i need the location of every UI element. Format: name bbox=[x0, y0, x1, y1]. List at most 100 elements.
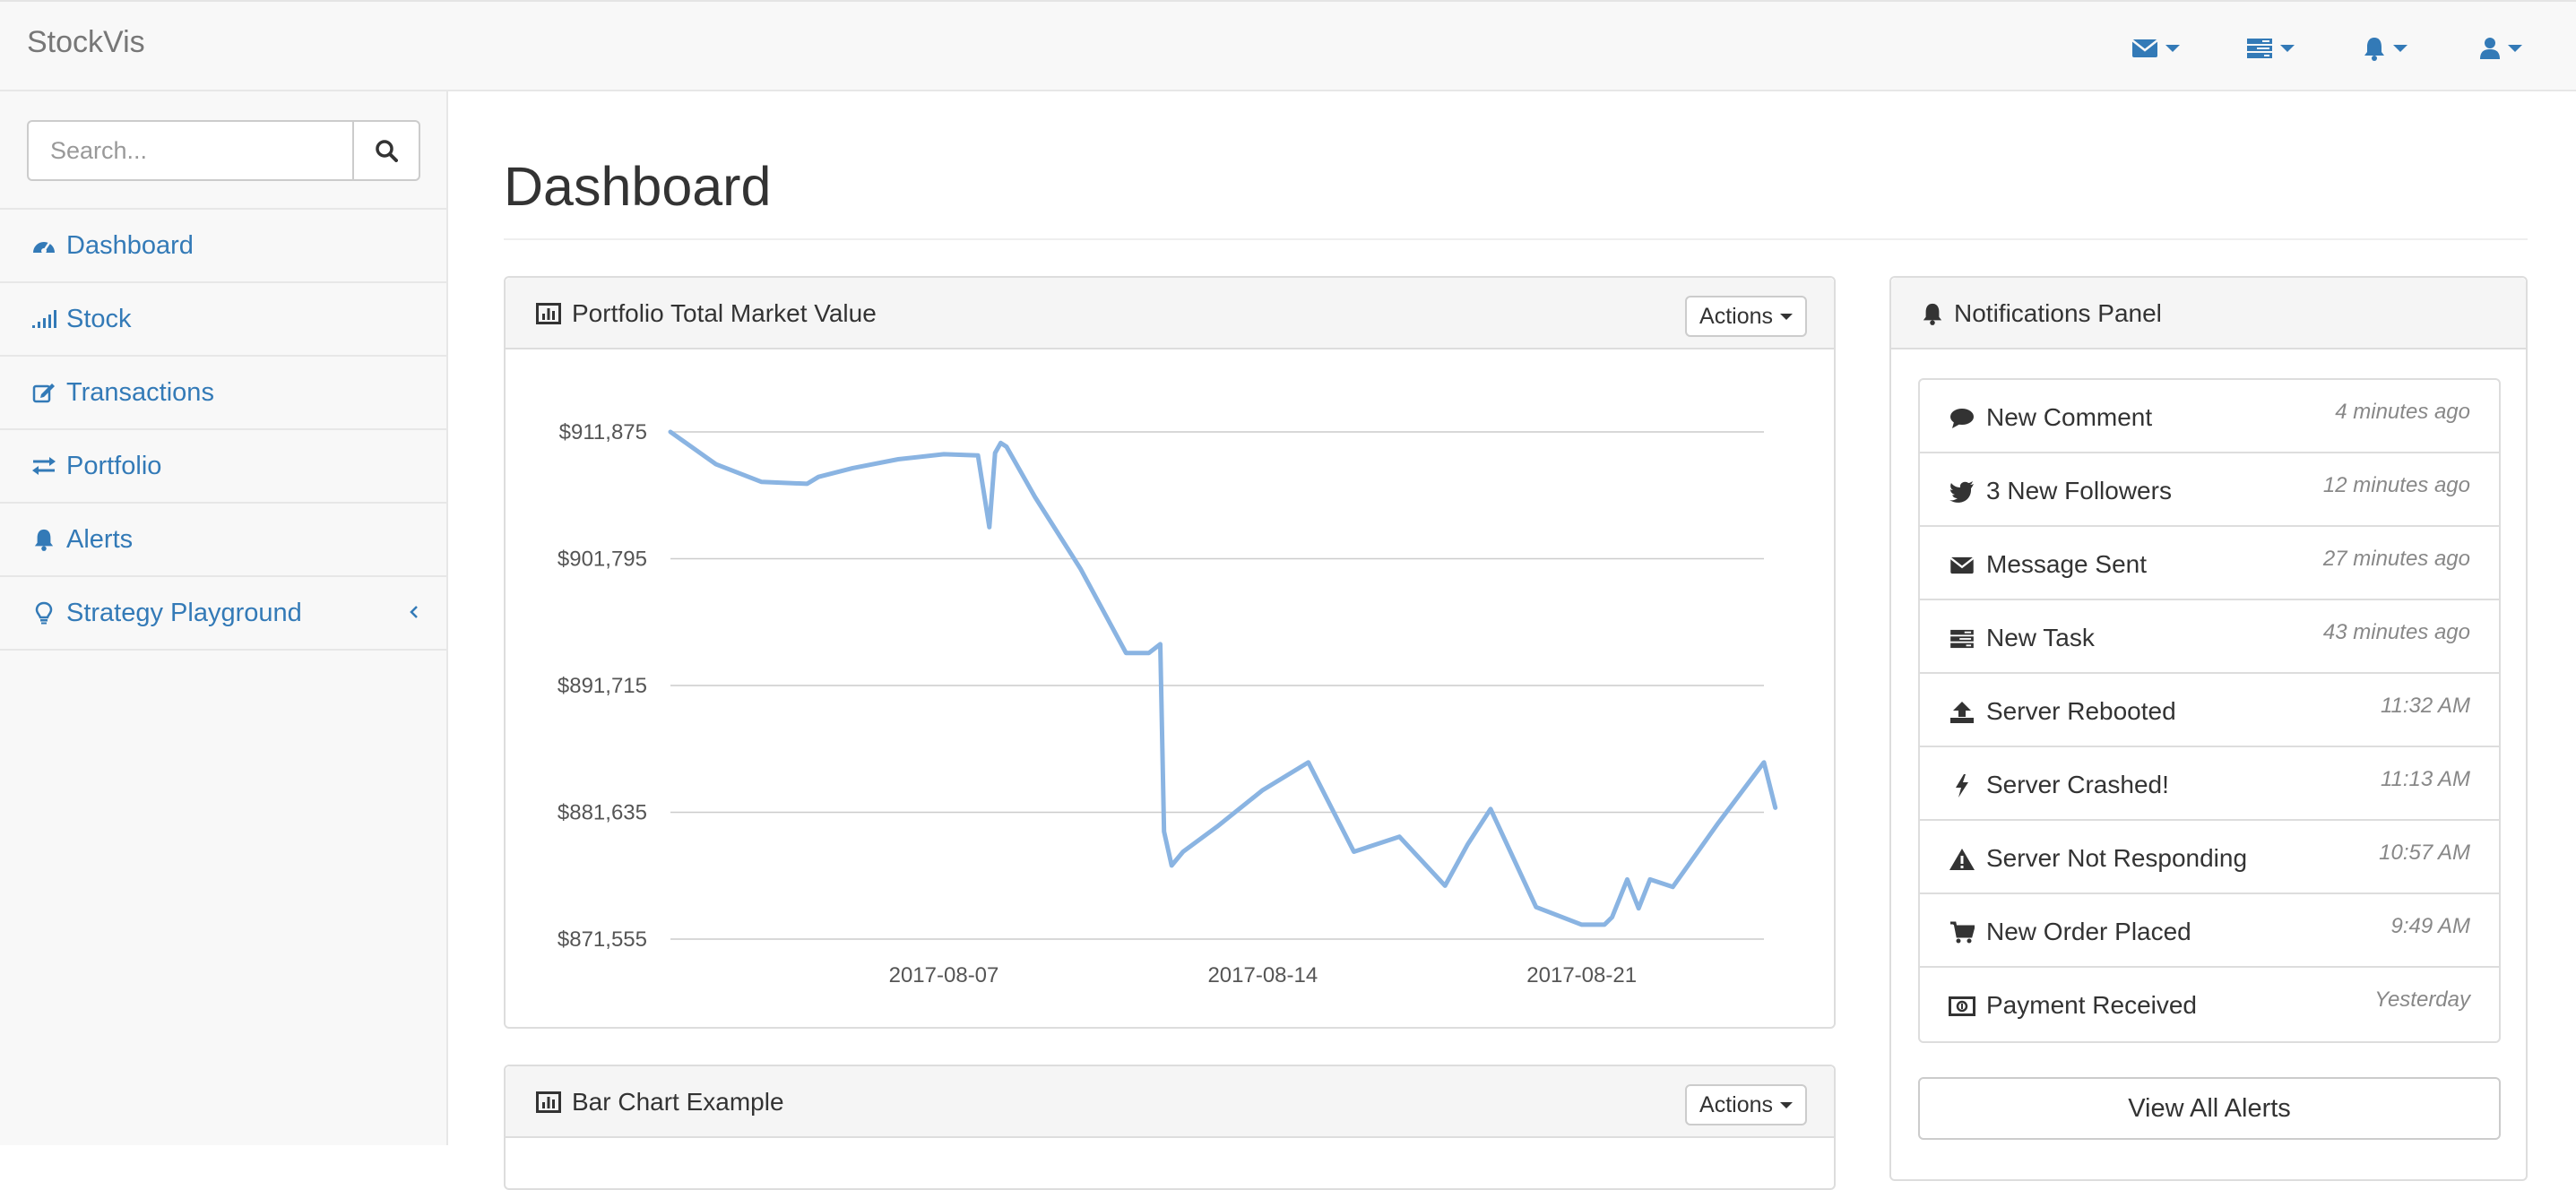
panel-heading: Notifications Panel bbox=[1891, 278, 2526, 349]
panel-title-wrap: Portfolio Total Market Value bbox=[536, 299, 877, 328]
tasks-dropdown[interactable] bbox=[2246, 30, 2295, 66]
chevron-down-icon bbox=[2280, 45, 2295, 52]
warning-icon bbox=[1949, 846, 1975, 873]
upload-icon bbox=[1949, 699, 1975, 726]
bell-icon bbox=[1922, 302, 1943, 325]
sidebar-search bbox=[0, 91, 446, 210]
view-all-alerts-button[interactable]: View All Alerts bbox=[1918, 1077, 2501, 1140]
sidebar-item-alerts[interactable]: Alerts bbox=[0, 504, 446, 577]
series-line bbox=[668, 429, 1778, 927]
lightbulb-icon bbox=[30, 601, 57, 625]
notification-item[interactable]: New Order Placed 9:49 AM bbox=[1920, 894, 2499, 968]
sidebar-item-label: Dashboard bbox=[66, 230, 194, 260]
tasks-icon bbox=[2246, 38, 2273, 59]
search-button[interactable] bbox=[352, 120, 420, 181]
notification-text: Server Rebooted bbox=[1986, 697, 2176, 725]
panel-title: Portfolio Total Market Value bbox=[572, 299, 877, 327]
notification-text: New Comment bbox=[1986, 403, 2153, 431]
sidebar-item-label: Alerts bbox=[66, 524, 134, 554]
chevron-down-icon bbox=[2393, 45, 2407, 52]
tasks-icon bbox=[1949, 625, 1975, 652]
notification-text: 3 New Followers bbox=[1986, 477, 2172, 504]
alerts-dropdown[interactable] bbox=[2363, 30, 2407, 66]
bell-icon bbox=[30, 528, 57, 551]
notification-time: 27 minutes ago bbox=[2322, 547, 2470, 571]
notification-item[interactable]: Message Sent 27 minutes ago bbox=[1920, 527, 2499, 600]
notification-item[interactable]: Server Rebooted 11:32 AM bbox=[1920, 674, 2499, 747]
sidebar-item-portfolio[interactable]: Portfolio bbox=[0, 430, 446, 504]
bar-chart-icon bbox=[536, 1091, 561, 1113]
notification-text: Server Not Responding bbox=[1986, 844, 2248, 872]
envelope-icon bbox=[1949, 552, 1975, 579]
shopping-cart-icon bbox=[1949, 919, 1975, 946]
search-input[interactable] bbox=[27, 120, 353, 181]
notification-item[interactable]: Server Not Responding 10:57 AM bbox=[1920, 821, 2499, 894]
sidebar-item-label: Strategy Playground bbox=[66, 598, 302, 627]
notification-item[interactable]: Server Crashed! 11:13 AM bbox=[1920, 747, 2499, 821]
sidebar-item-label: Stock bbox=[66, 304, 132, 333]
y-tick-label: $901,795 bbox=[558, 548, 647, 572]
sidebar-item-dashboard[interactable]: Dashboard bbox=[0, 210, 446, 283]
panel-title-wrap: Notifications Panel bbox=[1922, 299, 2162, 328]
user-dropdown[interactable] bbox=[2479, 30, 2522, 66]
y-tick-label: $881,635 bbox=[558, 801, 647, 825]
market-value-panel: Portfolio Total Market Value Actions $87… bbox=[504, 276, 1836, 1029]
page-title: Dashboard bbox=[504, 156, 772, 217]
notification-time: 4 minutes ago bbox=[2335, 400, 2470, 424]
notification-item[interactable]: Payment Received Yesterday bbox=[1920, 968, 2499, 1041]
y-tick-label: $911,875 bbox=[559, 420, 647, 444]
search-icon bbox=[375, 139, 398, 162]
sidebar-item-label: Portfolio bbox=[66, 451, 162, 480]
comment-icon bbox=[1949, 405, 1975, 432]
notification-item[interactable]: 3 New Followers 12 minutes ago bbox=[1920, 453, 2499, 527]
notification-text: Server Crashed! bbox=[1986, 771, 2169, 798]
notification-text: New Task bbox=[1986, 624, 2095, 651]
bar-chart-icon bbox=[536, 303, 561, 324]
caret-down-icon bbox=[1780, 1101, 1793, 1108]
y-tick-label: $891,715 bbox=[558, 674, 647, 698]
user-icon bbox=[2479, 37, 2501, 60]
panel-title: Notifications Panel bbox=[1954, 299, 2162, 327]
twitter-icon bbox=[1949, 479, 1975, 505]
exchange-icon bbox=[30, 456, 57, 476]
bar-chart-panel: Bar Chart Example Actions bbox=[504, 1065, 1836, 1190]
y-tick-label: $871,555 bbox=[558, 927, 647, 952]
actions-label: Actions bbox=[1699, 303, 1773, 329]
x-tick-label: 2017-08-21 bbox=[1526, 963, 1637, 987]
market-value-line-chart: $871,555 $881,635 $891,715 $901,795 $911,875… bbox=[558, 420, 1778, 987]
x-tick-label: 2017-08-14 bbox=[1207, 963, 1318, 987]
notifications-panel: Notifications Panel New Comment 4 minute… bbox=[1889, 276, 2528, 1181]
notification-time: 11:13 AM bbox=[2380, 767, 2470, 791]
chevron-left-icon bbox=[409, 604, 419, 620]
money-icon bbox=[1949, 993, 1975, 1020]
panel-title-wrap: Bar Chart Example bbox=[536, 1088, 784, 1117]
top-navbar: StockVis bbox=[0, 0, 2576, 91]
notification-time: 9:49 AM bbox=[2390, 914, 2471, 938]
notification-item[interactable]: New Comment 4 minutes ago bbox=[1920, 380, 2499, 453]
messages-dropdown[interactable] bbox=[2131, 30, 2180, 66]
title-divider bbox=[504, 238, 2528, 240]
sidebar-item-stock[interactable]: Stock bbox=[0, 283, 446, 357]
chevron-down-icon bbox=[2165, 45, 2180, 52]
sidebar-item-label: Transactions bbox=[66, 377, 214, 407]
bell-icon bbox=[2363, 36, 2386, 61]
panel-heading: Portfolio Total Market Value Actions bbox=[506, 278, 1834, 349]
notification-time: 10:57 AM bbox=[2379, 841, 2470, 865]
chevron-down-icon bbox=[2508, 45, 2522, 52]
notification-time: 11:32 AM bbox=[2380, 694, 2470, 718]
sidebar-item-transactions[interactable]: Transactions bbox=[0, 357, 446, 430]
brand-logo[interactable]: StockVis bbox=[27, 25, 145, 60]
actions-dropdown-button[interactable]: Actions bbox=[1685, 296, 1807, 337]
sidebar: Dashboard Stock Transactions Portfolio A… bbox=[0, 91, 448, 1145]
notification-list: New Comment 4 minutes ago 3 New Follower… bbox=[1918, 378, 2501, 1043]
notification-text: Message Sent bbox=[1986, 550, 2147, 578]
actions-dropdown-button[interactable]: Actions bbox=[1685, 1084, 1807, 1125]
notification-time: Yesterday bbox=[2374, 987, 2470, 1012]
x-tick-label: 2017-08-07 bbox=[889, 963, 999, 987]
notification-time: 43 minutes ago bbox=[2322, 620, 2470, 644]
notification-item[interactable]: New Task 43 minutes ago bbox=[1920, 600, 2499, 674]
caret-down-icon bbox=[1780, 313, 1793, 320]
signal-icon bbox=[30, 309, 57, 329]
dashboard-icon bbox=[30, 236, 57, 255]
sidebar-item-strategy-playground[interactable]: Strategy Playground bbox=[0, 577, 446, 651]
